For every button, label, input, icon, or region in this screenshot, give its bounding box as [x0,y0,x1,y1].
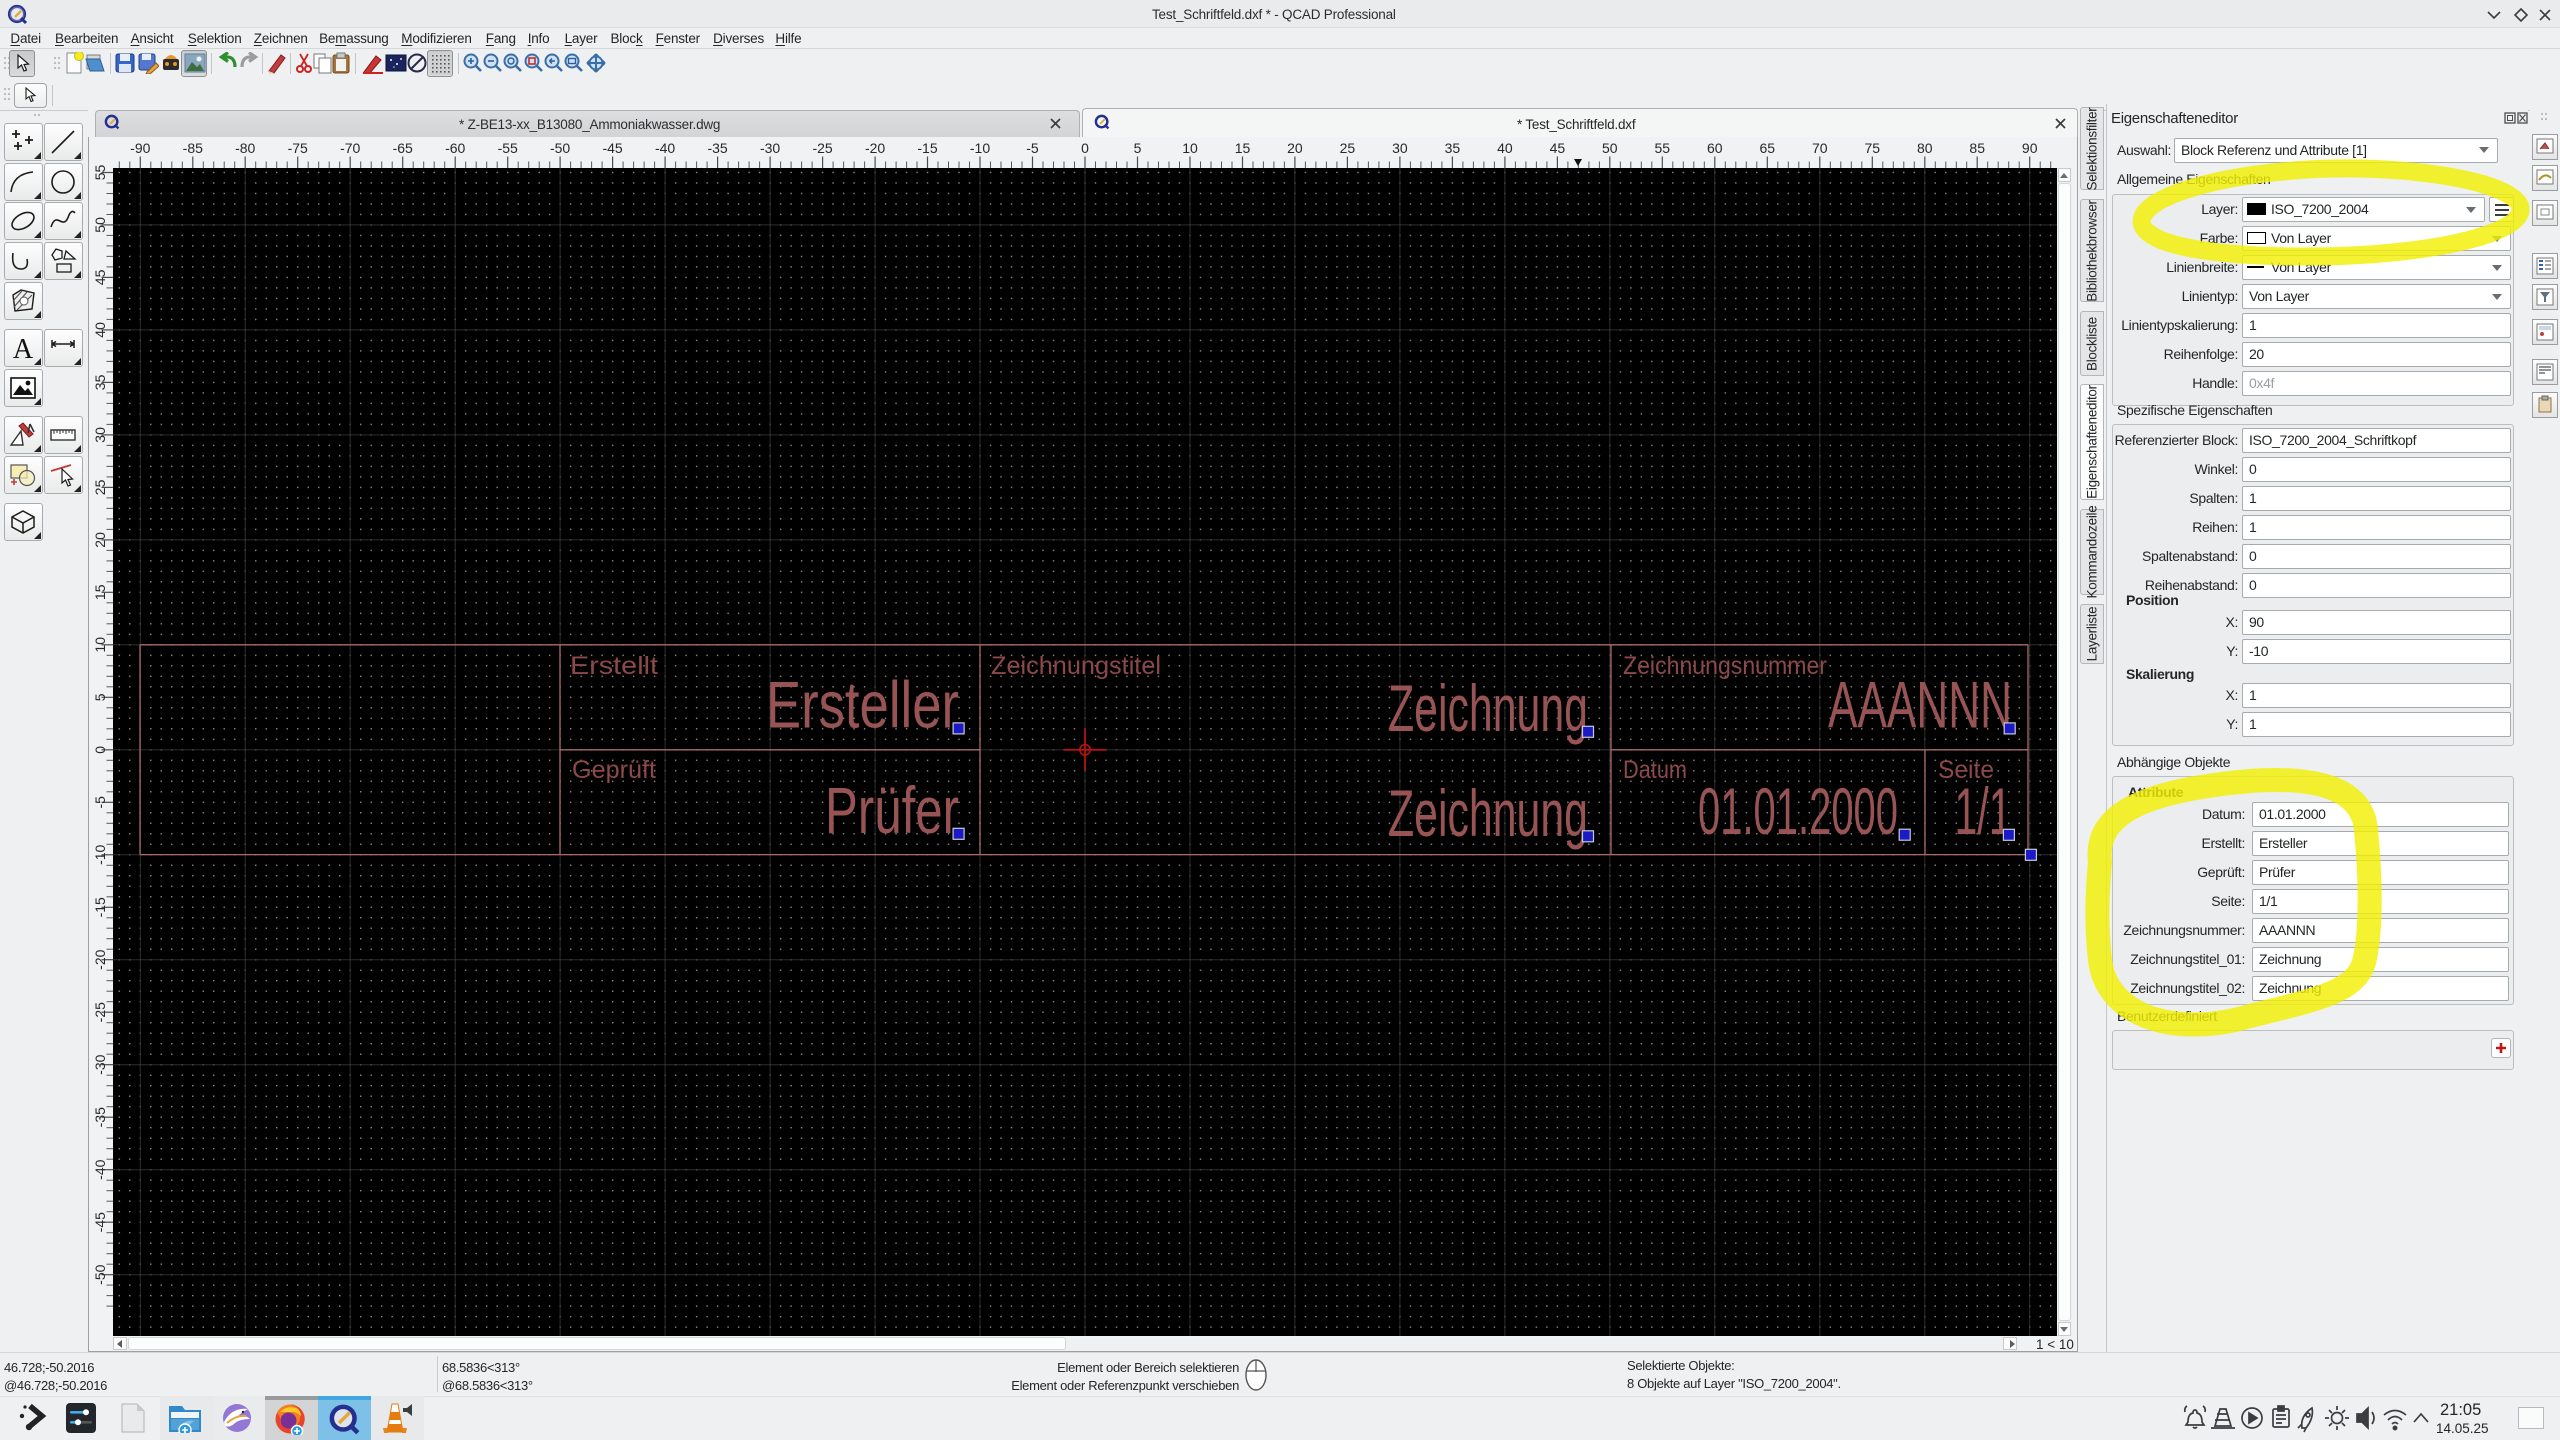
svg-text:20: 20 [1287,140,1303,156]
svg-text:-75: -75 [288,140,308,156]
svg-text:-5: -5 [92,796,108,809]
svg-text:-35: -35 [707,140,727,156]
svg-text:55: 55 [1655,140,1671,156]
svg-text:70: 70 [1812,140,1828,156]
svg-text:65: 65 [1760,140,1776,156]
svg-text:-55: -55 [498,140,518,156]
svg-text:45: 45 [92,269,108,285]
svg-text:-80: -80 [235,140,255,156]
svg-text:5: 5 [1134,140,1142,156]
svg-text:-90: -90 [130,140,150,156]
svg-text:90: 90 [2022,140,2038,156]
svg-text:50: 50 [1602,140,1618,156]
svg-text:30: 30 [92,427,108,443]
svg-text:75: 75 [1865,140,1881,156]
svg-text:Zeichnung: Zeichnung [1388,671,1588,745]
svg-text:-25: -25 [92,1002,108,1022]
svg-text:35: 35 [1445,140,1461,156]
svg-text:10: 10 [92,637,108,653]
svg-text:-10: -10 [970,140,990,156]
svg-text:Datum: Datum [1623,757,1687,784]
svg-text:55: 55 [92,165,108,181]
svg-text:15: 15 [92,584,108,600]
svg-text:Zeichnung: Zeichnung [1388,776,1588,850]
svg-text:Prüfer: Prüfer [825,773,959,847]
svg-text:-30: -30 [92,1054,108,1074]
svg-text:A: A [13,334,34,362]
svg-text:Zeichnungstitel: Zeichnungstitel [991,653,1161,680]
svg-text:40: 40 [1497,140,1513,156]
svg-text:-10: -10 [92,844,108,864]
svg-text:60: 60 [1707,140,1723,156]
svg-text:30: 30 [1392,140,1408,156]
svg-text:25: 25 [92,479,108,495]
svg-text:-40: -40 [655,140,675,156]
svg-text:-20: -20 [865,140,885,156]
svg-text:-85: -85 [183,140,203,156]
svg-text:-15: -15 [92,897,108,917]
svg-text:35: 35 [92,374,108,390]
svg-text:15: 15 [1235,140,1251,156]
svg-text:AAANNN: AAANNN [1828,668,2012,742]
svg-text:Zeichnungsnummer: Zeichnungsnummer [1623,653,1827,680]
svg-text:-45: -45 [92,1212,108,1232]
svg-text:Erstellt: Erstellt [570,653,658,680]
svg-text:-20: -20 [92,949,108,969]
svg-text:-30: -30 [760,140,780,156]
svg-text:-50: -50 [550,140,570,156]
svg-text:-65: -65 [393,140,413,156]
svg-text:5: 5 [92,693,108,701]
svg-text:-35: -35 [92,1107,108,1127]
svg-text:50: 50 [92,217,108,233]
svg-text:10: 10 [1182,140,1198,156]
svg-text:01.01.2000: 01.01.2000 [1698,774,1898,848]
svg-text:Geprüft: Geprüft [572,757,656,784]
svg-text:-40: -40 [92,1159,108,1179]
svg-text:-60: -60 [445,140,465,156]
svg-text:-50: -50 [92,1264,108,1284]
svg-text:20: 20 [92,532,108,548]
svg-text:0: 0 [1081,140,1089,156]
svg-text:-25: -25 [812,140,832,156]
svg-text:45: 45 [1550,140,1566,156]
svg-text:0: 0 [92,746,108,754]
svg-text:Ersteller: Ersteller [766,668,959,742]
svg-text:-5: -5 [1026,140,1039,156]
svg-text:80: 80 [1917,140,1933,156]
svg-text:-15: -15 [917,140,937,156]
svg-text:-70: -70 [340,140,360,156]
svg-text:25: 25 [1340,140,1356,156]
svg-text:-45: -45 [602,140,622,156]
svg-text:40: 40 [92,322,108,338]
svg-text:85: 85 [1969,140,1985,156]
